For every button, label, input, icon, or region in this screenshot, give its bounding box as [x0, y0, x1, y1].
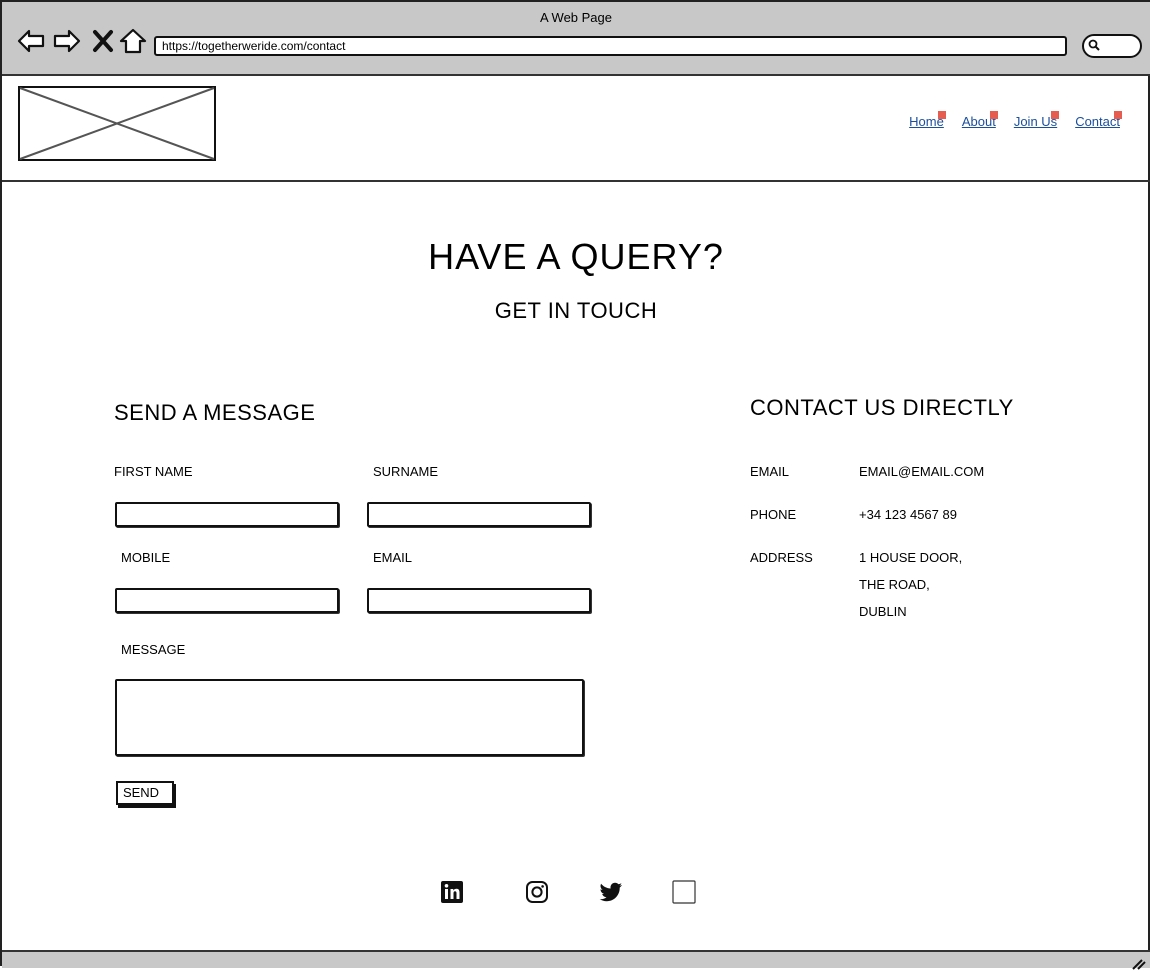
address-line: 1 HOUSE DOOR, [859, 550, 963, 565]
search-icon [1088, 39, 1100, 51]
mobile-field[interactable] [115, 588, 339, 613]
address-line: DUBLIN [859, 604, 907, 619]
blank-icon[interactable] [672, 880, 696, 904]
form-heading: SEND A MESSAGE [114, 400, 316, 425]
home-icon[interactable] [118, 26, 148, 56]
email-field[interactable] [367, 588, 591, 613]
nav-link-home[interactable]: Home [909, 111, 946, 129]
surname-label: SURNAME [373, 464, 439, 479]
browser-toolbar: A Web Page https://togetherweride.com/co… [2, 2, 1150, 76]
close-icon[interactable] [88, 26, 118, 56]
first-name-field[interactable] [115, 502, 339, 527]
page-subtitle: GET IN TOUCH [494, 298, 658, 323]
back-arrow-icon[interactable] [16, 26, 46, 56]
link-marker-icon [989, 111, 998, 119]
logo-image-placeholder [18, 86, 216, 161]
contact-address-label: ADDRESS [750, 550, 813, 565]
status-bar [2, 950, 1150, 970]
contact-phone-label: PHONE [750, 507, 797, 522]
surname-field[interactable] [367, 502, 591, 527]
url-bar[interactable]: https://togetherweride.com/contact [154, 36, 1067, 56]
address-line: THE ROAD, [859, 577, 930, 592]
site-header: Home About Join Us Contact [2, 76, 1150, 182]
link-marker-icon [1051, 111, 1060, 119]
search-button[interactable] [1082, 34, 1142, 58]
contact-email-label: EMAIL [750, 464, 790, 479]
first-name-label: FIRST NAME [114, 464, 193, 479]
send-button[interactable]: SEND [116, 781, 174, 805]
mobile-label: MOBILE [121, 550, 171, 565]
twitter-icon[interactable] [599, 880, 623, 904]
nav-link-about[interactable]: About [962, 111, 998, 129]
message-label: MESSAGE [121, 642, 186, 657]
link-marker-icon [1114, 111, 1122, 119]
contact-phone-value: +34 123 4567 89 [859, 507, 957, 522]
nav-link-join-us[interactable]: Join Us [1014, 111, 1060, 129]
page-title: HAVE A QUERY? [428, 236, 724, 277]
forward-arrow-icon[interactable] [52, 26, 82, 56]
email-label: EMAIL [373, 550, 413, 565]
browser-window: A Web Page https://togetherweride.com/co… [0, 0, 1150, 970]
message-textarea[interactable] [115, 679, 584, 756]
window-title: A Web Page [539, 10, 613, 25]
linkedin-icon[interactable] [440, 880, 464, 904]
link-marker-icon [937, 111, 946, 119]
main-nav: Home About Join Us Contact [909, 111, 1122, 129]
contact-email-value: EMAIL@EMAIL.COM [859, 464, 985, 479]
contact-heading: CONTACT US DIRECTLY [750, 395, 1014, 420]
instagram-icon[interactable] [525, 880, 549, 904]
nav-link-contact[interactable]: Contact [1075, 111, 1122, 129]
